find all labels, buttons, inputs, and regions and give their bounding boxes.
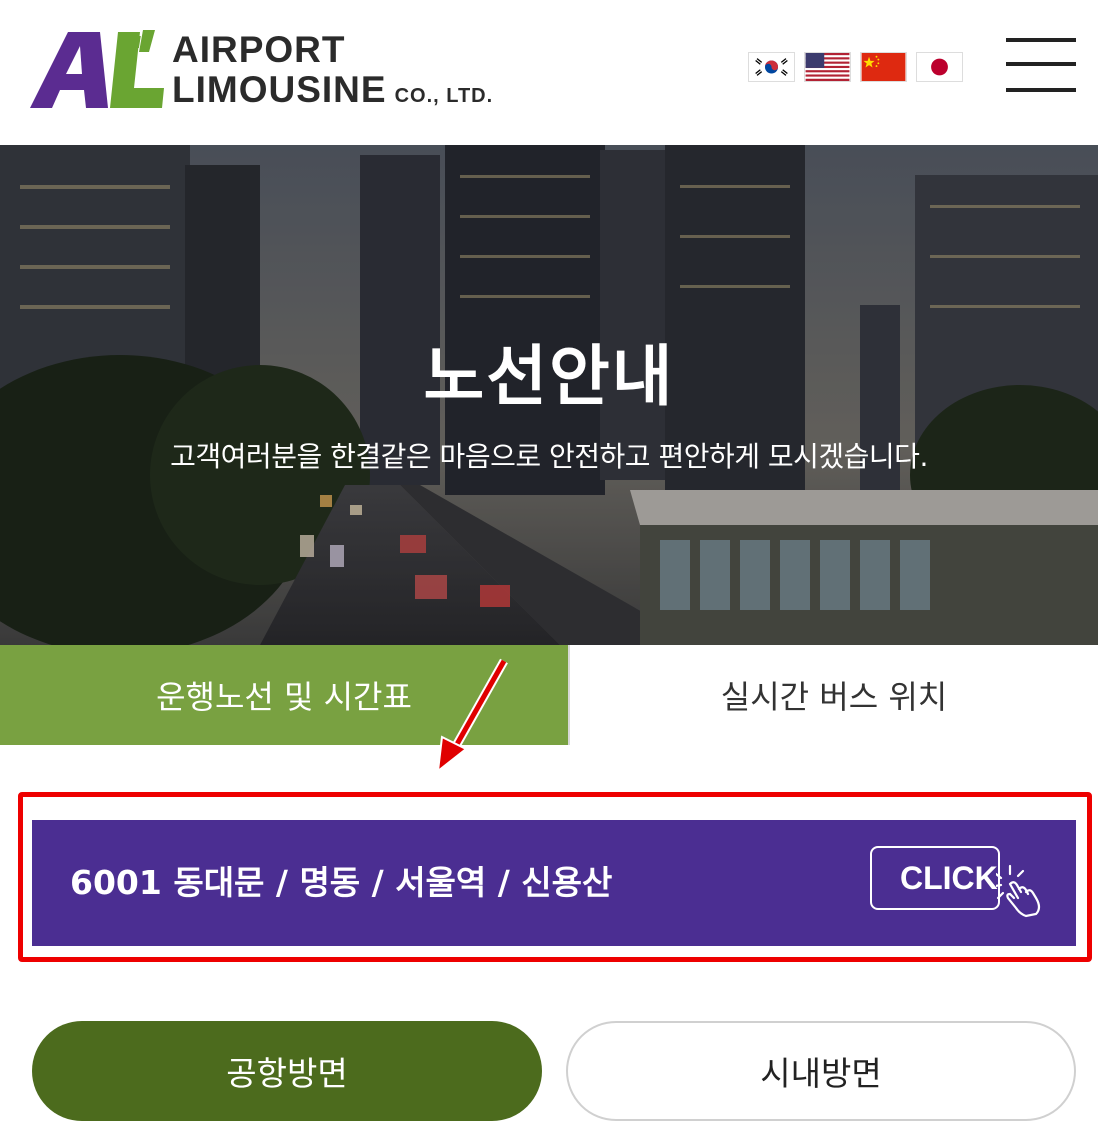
china-flag-icon[interactable]: [860, 52, 907, 82]
click-button[interactable]: CLICK: [870, 846, 1066, 918]
route-6001-banner[interactable]: 6001 동대문 / 명동 / 서울역 / 신용산 CLICK: [32, 820, 1076, 946]
hamburger-menu-icon[interactable]: [1006, 36, 1076, 96]
site-header: AIRPORT LIMOUSINE CO., LTD.: [0, 0, 1098, 145]
japan-flag-icon[interactable]: [916, 52, 963, 82]
click-label: CLICK: [900, 860, 998, 896]
hero-banner: 노선안내 고객여러분을 한결같은 마음으로 안전하고 편안하게 모시겠습니다.: [0, 145, 1098, 645]
logo-line-airport: AIRPORT: [172, 29, 346, 70]
pointing-hand-icon: [996, 864, 1041, 918]
logo-line-limousine: LIMOUSINE CO., LTD.: [172, 70, 493, 116]
tab-realtime-bus-location[interactable]: 실시간 버스 위치: [568, 645, 1098, 745]
logo-mark-icon: [30, 28, 164, 108]
korean-flag-icon[interactable]: [748, 52, 795, 82]
company-logo[interactable]: AIRPORT LIMOUSINE CO., LTD.: [30, 28, 500, 112]
route-tabs: 운행노선 및 시간표 실시간 버스 위치: [0, 645, 1098, 745]
us-flag-icon[interactable]: [804, 52, 851, 82]
city-direction-button[interactable]: 시내방면: [566, 1021, 1076, 1121]
annotation-arrow-icon: [436, 658, 508, 774]
page-title: 노선안내: [423, 338, 675, 415]
page-subtitle: 고객여러분을 한결같은 마음으로 안전하고 편안하게 모시겠습니다.: [170, 440, 928, 473]
route-label: 6001 동대문 / 명동 / 서울역 / 신용산: [70, 863, 613, 902]
logo-text: AIRPORT LIMOUSINE CO., LTD.: [172, 30, 493, 116]
logo-suffix: CO., LTD.: [394, 85, 494, 107]
language-selector: [748, 52, 963, 82]
logo-line-limousine-text: LIMOUSINE: [172, 69, 387, 110]
airport-direction-button[interactable]: 공항방면: [32, 1021, 542, 1121]
